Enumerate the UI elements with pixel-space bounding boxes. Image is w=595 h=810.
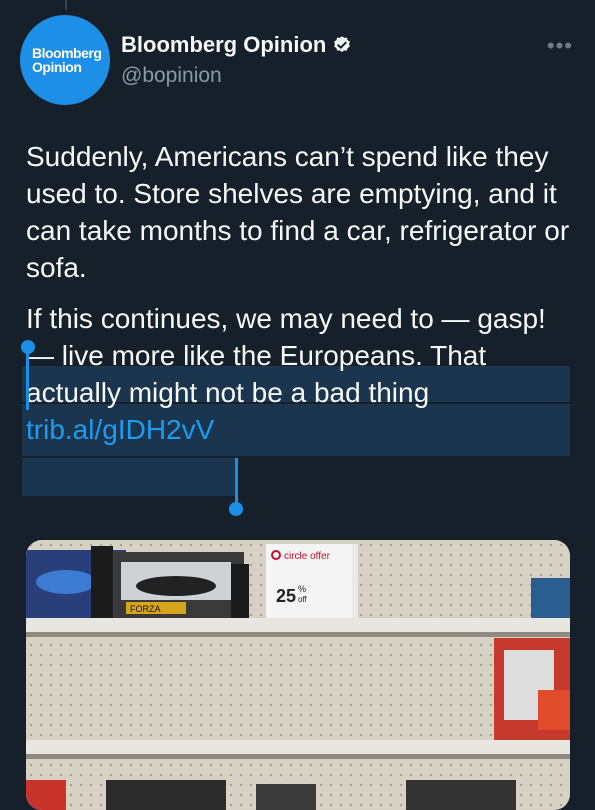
avatar-text-line2: Opinion [32, 59, 82, 75]
tweet-paragraph: Suddenly, Americans can’t spend like the… [26, 141, 570, 283]
svg-text:%: % [298, 584, 306, 594]
author-name[interactable]: Bloomberg Opinion [121, 32, 326, 58]
tweet-paragraph: If this continues, we may need to — gasp… [26, 300, 581, 448]
thread-connector-line [65, 0, 67, 10]
tweet-paragraph-text: If this continues, we may need to — gasp… [26, 303, 546, 408]
tweet-link[interactable]: trib.al/gIDH2vV [26, 414, 214, 445]
sign-discount: 25 [276, 586, 296, 606]
selection-end-handle[interactable] [229, 502, 243, 516]
verified-badge-icon [334, 36, 351, 52]
author-info[interactable]: Bloomberg Opinion @bopinion [121, 32, 352, 88]
avatar[interactable]: Bloomberg Opinion [20, 15, 110, 105]
text-selection-highlight [22, 458, 236, 496]
author-handle[interactable]: @bopinion [121, 64, 352, 88]
sign-title: circle offer [284, 551, 331, 562]
selection-end-caret [235, 458, 238, 506]
selection-start-caret [26, 348, 29, 410]
more-options-icon[interactable]: ••• [547, 33, 573, 59]
sign-off: off [298, 595, 308, 604]
avatar-text-line1: Bloomberg [32, 45, 102, 61]
empty-shelves-photo: FORZA circle offer 25 % off [26, 540, 570, 810]
tweet-text: Suddenly, Americans can’t spend like the… [26, 138, 581, 462]
tweet-image[interactable]: FORZA circle offer 25 % off [26, 540, 570, 810]
package-label: FORZA [130, 604, 161, 614]
